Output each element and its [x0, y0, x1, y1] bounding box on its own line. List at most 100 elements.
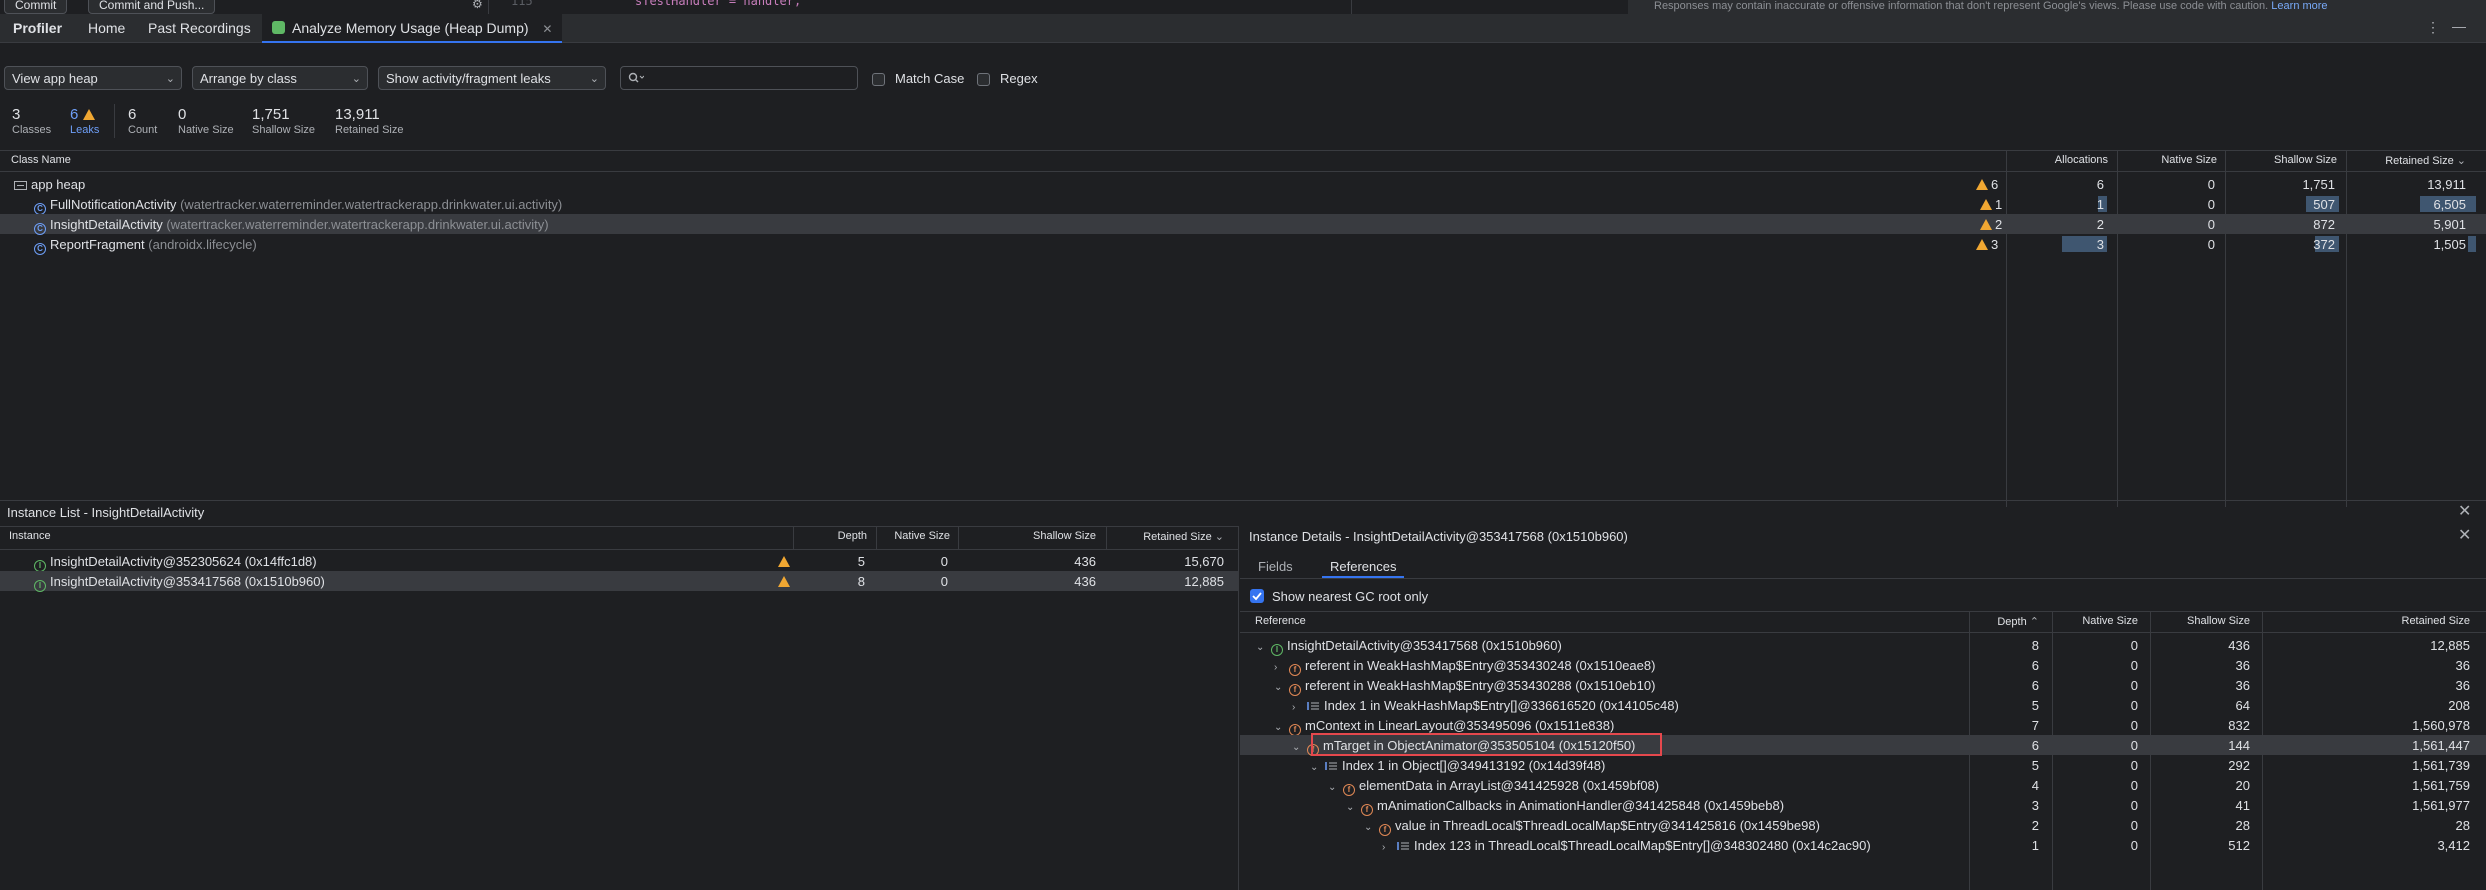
gear-icon[interactable]: ⚙ — [472, 0, 483, 11]
table-row[interactable]: › Index 1 in WeakHashMap$Entry[]@33661652… — [1240, 695, 2486, 715]
table-row[interactable]: C InsightDetailActivity (watertracker.wat… — [0, 214, 2486, 235]
shallow-size-value: 832 — [2228, 718, 2250, 733]
retained-size-header[interactable]: Retained Size — [2262, 615, 2471, 627]
retained-size-value: 12,885 — [1184, 574, 1224, 589]
gc-root-checkbox[interactable] — [1250, 589, 1264, 603]
warning-icon-shape — [778, 556, 790, 567]
depth-header[interactable]: Depth ⌃ — [1969, 615, 2039, 628]
leak-count: 1 — [1980, 197, 2002, 212]
native-size-header[interactable]: Native Size — [2052, 615, 2138, 627]
code-peek: 115 sTestHandler = handler; — [488, 0, 1352, 14]
warning-icon — [1980, 219, 1992, 230]
native-size-value: 0 — [178, 106, 187, 123]
class-name-header[interactable]: Class Name — [11, 154, 71, 166]
allocations-header[interactable]: Allocations — [2006, 154, 2108, 166]
retained-size-header[interactable]: Retained Size ⌄ — [2346, 154, 2466, 167]
shallow-size-value: 436 — [1074, 554, 1096, 569]
tab-past-recordings[interactable]: Past Recordings — [148, 14, 251, 42]
chevron-down-icon[interactable]: ⌄ — [1310, 762, 1320, 773]
table-row[interactable]: I InsightDetailActivity@352305624 (0x14ff… — [0, 551, 1238, 572]
shallow-size-header[interactable]: Shallow Size — [2225, 154, 2337, 166]
reference-text: value in ThreadLocal$ThreadLocalMap$Entr… — [1395, 818, 1820, 833]
table-row[interactable]: › f referent in WeakHashMap$Entry@35343024… — [1240, 655, 2486, 676]
native-size-value: 0 — [2130, 678, 2138, 693]
split-divider[interactable] — [0, 500, 2486, 501]
chevron-down-icon[interactable]: ⌄ — [1292, 742, 1302, 753]
instance-name: InsightDetailActivity@352305624 (0x14ffc… — [50, 554, 317, 569]
retained-size-value: 1,561,447 — [2412, 738, 2470, 753]
close-icon[interactable]: ✕ — [2458, 501, 2471, 521]
chevron-down-icon[interactable]: ⌄ — [1364, 822, 1374, 833]
table-row[interactable]: ⌄ f mContext in LinearLayout@353495096 (0x… — [1240, 715, 2486, 736]
table-row[interactable]: ⌄ f elementData in ArrayList@341425928 (0x… — [1240, 775, 2486, 796]
close-tab-icon[interactable]: ✕ — [542, 22, 552, 36]
instance-header[interactable]: Instance — [9, 530, 51, 542]
table-row[interactable]: app heap 6 6 0 1,751 13,911 — [0, 174, 2486, 194]
tab-home[interactable]: Home — [88, 14, 125, 42]
search-input[interactable] — [620, 66, 858, 90]
retained-size-value: 36 — [2455, 658, 2470, 673]
depth-header[interactable]: Depth — [793, 530, 867, 542]
chevron-right-icon[interactable]: › — [1274, 662, 1284, 673]
table-row[interactable]: I InsightDetailActivity@353417568 (0x1510… — [0, 571, 1238, 592]
tab-fields[interactable]: Fields — [1258, 556, 1293, 578]
shallow-size-value: 41 — [2235, 798, 2250, 813]
learn-more-link[interactable]: Learn more — [2271, 0, 2327, 12]
retained-size-value: 12,885 — [2430, 638, 2470, 653]
match-case-checkbox[interactable] — [872, 73, 885, 86]
table-row[interactable]: ⌄ f value in ThreadLocal$ThreadLocalMap$En… — [1240, 815, 2486, 836]
shallow-size-header[interactable]: Shallow Size — [2150, 615, 2250, 627]
reference-header[interactable]: Reference — [1255, 615, 1306, 627]
table-row[interactable]: C FullNotificationActivity (watertracker.… — [0, 194, 2486, 215]
leaks-select[interactable]: Show activity/fragment leaks ⌄ — [378, 66, 606, 90]
native-size-header[interactable]: Native Size — [2117, 154, 2217, 166]
chevron-down-icon[interactable]: ⌄ — [1328, 782, 1338, 793]
leak-count: 6 — [1976, 177, 1998, 192]
native-size-value: 0 — [2207, 197, 2215, 212]
chevron-right-icon[interactable]: › — [1292, 702, 1302, 713]
regex-checkbox[interactable] — [977, 73, 990, 86]
native-size-header[interactable]: Native Size — [876, 530, 950, 542]
reference-label: › Index 1 in WeakHashMap$Entry[]@33661652… — [1292, 698, 1679, 713]
chevron-down-icon: ⌄ — [589, 73, 599, 85]
depth-value: 6 — [2031, 658, 2039, 673]
heap-select[interactable]: View app heap ⌄ — [4, 66, 182, 90]
arrange-select[interactable]: Arrange by class ⌄ — [192, 66, 368, 90]
table-row[interactable]: ⌄ Index 1 in Object[]@349413192 (0x14d39f… — [1240, 755, 2486, 775]
depth-value: 1 — [2031, 838, 2039, 853]
chevron-down-icon[interactable]: ⌄ — [1256, 642, 1266, 653]
profiler-title: Profiler — [13, 20, 63, 36]
leaks-label[interactable]: Leaks — [70, 124, 99, 136]
class-package: (androidx.lifecycle) — [148, 237, 257, 252]
tab-references[interactable]: References — [1322, 556, 1405, 578]
retained-size-header[interactable]: Retained Size ⌄ — [1106, 530, 1224, 543]
table-row[interactable]: ⌄ f mAnimationCallbacks in AnimationHandle… — [1240, 795, 2486, 816]
table-row[interactable]: ⌄ f referent in WeakHashMap$Entry@35343028… — [1240, 675, 2486, 696]
native-size-value: 0 — [2130, 718, 2138, 733]
instance-list-title: Instance List - InsightDetailActivity — [7, 505, 205, 520]
tab-analyze-memory[interactable]: Analyze Memory Usage (Heap Dump) ✕ — [262, 14, 563, 43]
table-row[interactable]: C ReportFragment (androidx.lifecycle) 3 3… — [0, 234, 2486, 255]
shallow-size-value: 512 — [2228, 838, 2250, 853]
shallow-size-header[interactable]: Shallow Size — [958, 530, 1096, 542]
close-icon[interactable]: ✕ — [2458, 525, 2471, 545]
minimize-icon[interactable]: — — [2452, 18, 2466, 34]
leak-count-value: 3 — [1991, 237, 1999, 252]
reference-text: Index 1 in WeakHashMap$Entry[]@336616520… — [1324, 698, 1679, 713]
chevron-down-icon[interactable]: ⌄ — [1274, 722, 1284, 733]
commit-push-button[interactable]: Commit and Push... — [88, 0, 216, 14]
warning-icon — [82, 109, 95, 120]
chevron-down-icon[interactable]: ⌄ — [1346, 802, 1356, 813]
shallow-size-value: 20 — [2235, 778, 2250, 793]
retained-size-header-label: Retained Size — [1143, 531, 1212, 543]
more-options-icon[interactable]: ⋮ — [2426, 19, 2440, 36]
ai-disclaimer: Responses may contain inaccurate or offe… — [1628, 0, 2486, 14]
leaks-count[interactable]: 6 — [70, 106, 98, 123]
table-row[interactable]: › Index 123 in ThreadLocal$ThreadLocalMap… — [1240, 835, 2486, 855]
depth-value: 5 — [2031, 758, 2039, 773]
commit-button[interactable]: Commit — [4, 0, 68, 14]
chevron-down-icon[interactable]: ⌄ — [1274, 682, 1284, 693]
table-row[interactable]: ⌄ I InsightDetailActivity@353417568 (0x151… — [1240, 635, 2486, 656]
chevron-down-icon: ⌄ — [165, 73, 175, 85]
chevron-right-icon[interactable]: › — [1382, 842, 1392, 853]
